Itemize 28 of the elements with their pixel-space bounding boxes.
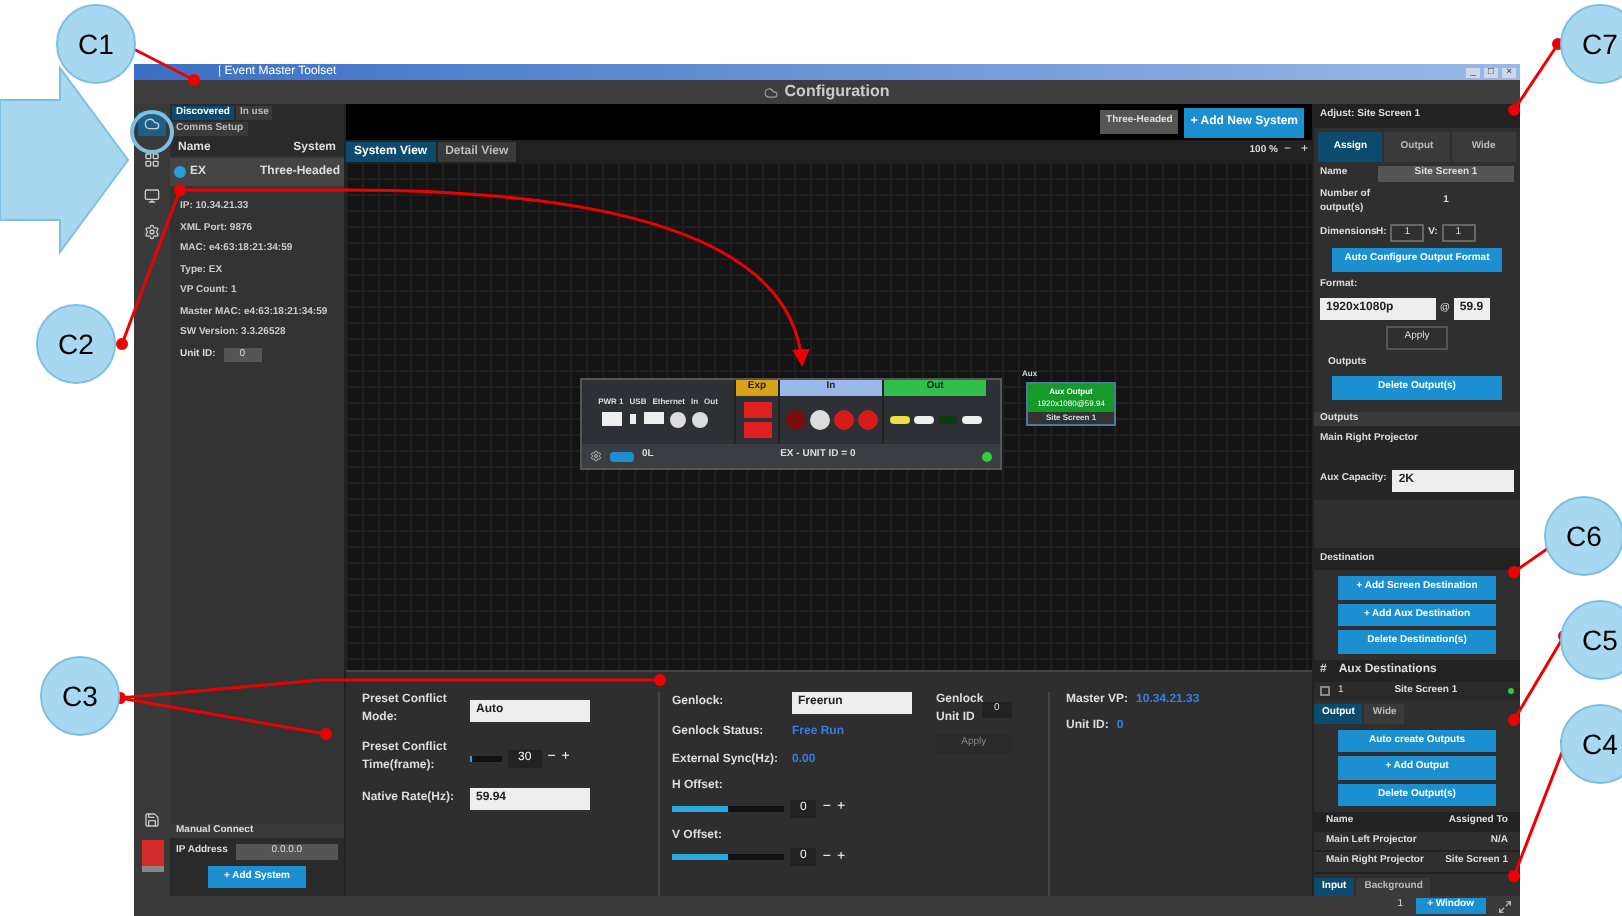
callout-bubble: C7 [1560,4,1622,84]
highlight-ring [130,110,174,154]
callout-bubble: C3 [40,656,120,736]
panel-indicator-icon [141,840,163,872]
callout-bubble: C4 [1560,704,1622,784]
settings-icon [144,224,160,240]
ports-drawing [602,409,714,429]
callout-bubble: C6 [1544,496,1622,576]
save-icon[interactable] [144,812,160,828]
callout-bubble: C5 [1560,600,1622,680]
system-icon [174,166,186,178]
callout-bubble: C1 [56,4,136,84]
ports-drawing [785,409,877,430]
callout-bubble: C2 [36,304,116,384]
ports-drawing [743,399,771,440]
header-title: Configuration [784,80,890,104]
cloud-icon [144,116,160,132]
slider[interactable] [672,854,784,861]
monitor-icon [144,188,160,204]
checkbox-icon [1320,685,1330,696]
toggle-switch[interactable] [610,451,634,461]
gear-icon[interactable] [590,450,602,462]
ports-drawing [889,415,981,424]
slider[interactable] [672,805,784,812]
leader-line [1508,38,1564,116]
cloud-icon [764,85,779,99]
fullscreen-icon[interactable] [1498,899,1512,913]
grid-icon [144,152,160,168]
